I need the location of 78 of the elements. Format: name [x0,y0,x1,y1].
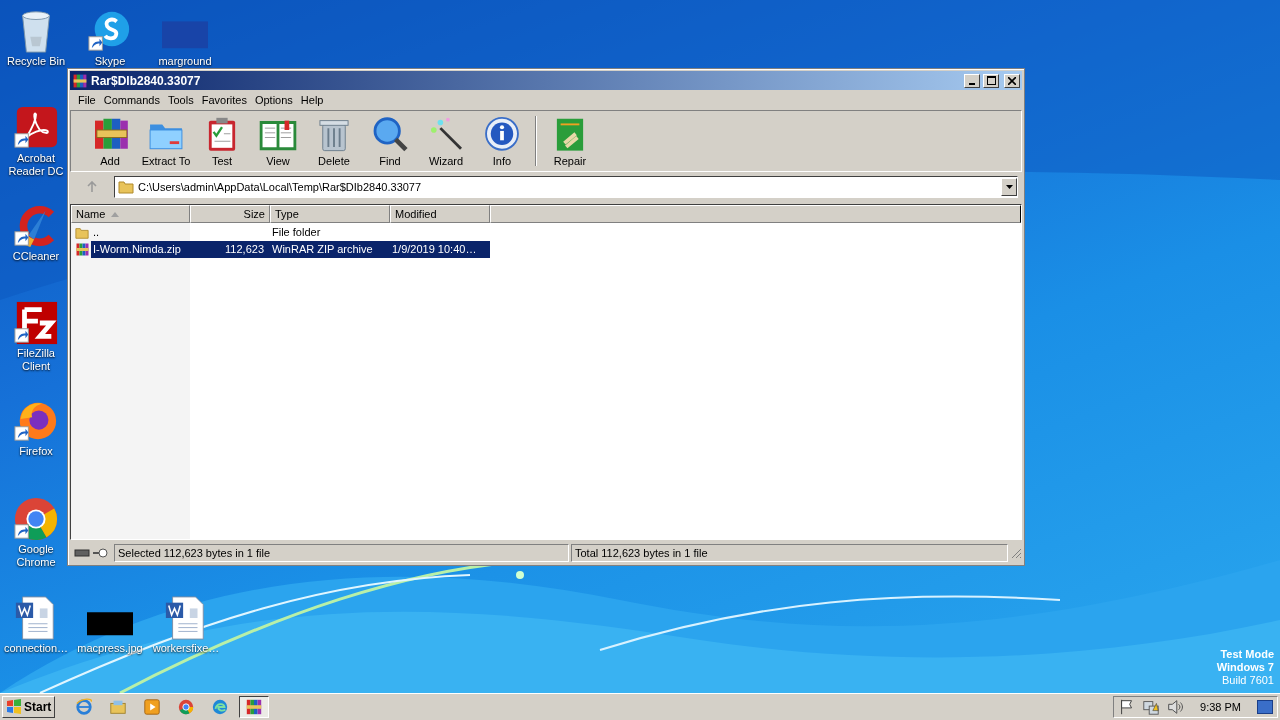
toolbar-button[interactable]: Repair [543,113,597,169]
close-icon [1008,76,1016,85]
folder-icon [118,179,134,195]
test-mode-text: Build 7601 [1222,674,1274,687]
minimize-icon [969,82,975,85]
list-row[interactable]: I-Worm.Nimda.zip 112,623 WinRAR ZIP archive 1/9/2019 10:40… [91,241,490,258]
toolbar-button[interactable]: Add [83,113,137,169]
toolbar-button[interactable]: Extract To [139,113,193,169]
column-header[interactable]: Type [270,205,390,223]
desktop-icon-label: macpress.jpg [77,642,143,655]
toolbar-button[interactable]: Info [475,113,529,169]
folder-icon [109,698,128,716]
toolbar-button[interactable]: Find [363,113,417,169]
table-cell-text: I-Worm.Nimda.zip [93,242,181,258]
desktop-icon-label: marground [158,55,212,68]
chrome-icon [177,698,196,716]
test-mode-text: Windows 7 [1216,661,1274,674]
table-cell-text: WinRAR ZIP archive [272,242,373,258]
close-button[interactable] [1004,73,1020,88]
archive-books-icon [245,698,264,716]
table-cell-text: .. [93,225,100,241]
toolbar-button[interactable]: Test [195,113,249,169]
ftp-client-icon[interactable] [13,300,59,346]
dropdown-arrow-icon [1005,185,1013,189]
column-header[interactable]: Modified [390,205,490,223]
menu-item[interactable]: Options [250,91,297,109]
address-field[interactable]: C:\Users\admin\AppData\Local\Temp\Rar$DIb2840.33077 [114,176,1018,198]
status-text: Selected 112,623 bytes in 1 file [118,545,271,561]
chrome-icon[interactable] [13,496,59,542]
maximize-icon [986,76,996,85]
desktop-icon-label: Firefox [19,445,53,458]
speaker-icon[interactable] [1166,698,1185,716]
list-row[interactable]: .. File folder [91,224,490,241]
archive-books-icon [72,72,88,89]
desktop-icon-label: CCleaner [12,250,60,263]
window-title: Rar$DIb2840.33077 [91,72,202,90]
table-cell-text: 1/9/2019 10:40… [392,242,477,258]
toolbar-button[interactable]: View [251,113,305,169]
windows-logo-icon [6,699,22,715]
archive-books-icon [75,242,90,257]
test-mode-text: Test Mode [1220,648,1274,661]
menu-item[interactable]: Favorites [197,91,251,109]
toolbar-button[interactable]: Wizard [419,113,473,169]
status-text: Total 112,623 bytes in 1 file [575,545,708,561]
desktop-icon-label: Recycle Bin [6,55,66,68]
media-player-icon [143,698,162,716]
resize-grip-icon[interactable] [1010,547,1022,559]
address-text: C:\Users\admin\AppData\Local\Temp\Rar$DIb2840.33077 [138,179,423,195]
up-arrow-icon [86,181,98,193]
toolbar-button[interactable]: Delete [307,113,361,169]
table-cell-text: File folder [272,225,321,241]
menu-item[interactable]: Tools [164,91,198,109]
table-cell-text: 112,623 [225,242,264,258]
network-icon[interactable] [1142,698,1161,716]
minimize-button[interactable] [964,73,980,88]
desktop-icon-label: Google Chrome [15,543,57,569]
desktop-icon-label: Acrobat Reader DC [7,152,65,178]
desktop-icon-label: Skype [94,55,126,68]
column-header[interactable]: Name [71,205,190,223]
desktop-icon-label: connection… [3,642,69,655]
sort-arrow-icon [111,211,120,217]
key-icon [92,548,108,558]
desktop-icon-label: FileZilla Client [16,347,56,373]
internet-explorer-icon [75,698,94,716]
menu-item[interactable]: Help [296,91,328,109]
menu-item[interactable]: File [74,91,100,109]
pdf-reader-icon[interactable] [13,105,59,151]
start-button[interactable]: Start [2,696,56,718]
drive-icon [74,549,90,557]
menu-item[interactable]: Commands [99,91,164,109]
taskbar-button[interactable] [239,696,270,718]
column-header[interactable]: Size [190,205,270,223]
info-icon [482,115,522,153]
edge-icon [211,698,230,716]
maximize-button[interactable] [983,73,999,88]
clock[interactable]: 9:38 PM [1190,698,1251,716]
folder-icon [75,225,89,240]
dropdown-button[interactable] [1001,178,1017,196]
